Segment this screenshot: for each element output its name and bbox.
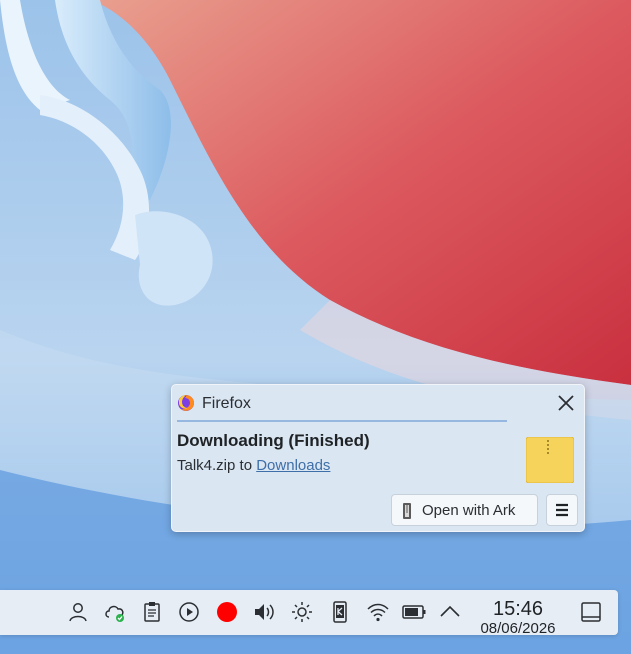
hamburger-menu-icon: [556, 503, 568, 517]
volume-icon[interactable]: [252, 600, 276, 624]
clipboard-icon[interactable]: [140, 600, 164, 624]
clock-date: 08/06/2026: [480, 620, 556, 637]
clock-time: 15:46: [492, 598, 544, 620]
brightness-icon[interactable]: [290, 600, 314, 624]
notification-header: Firefox: [172, 385, 584, 421]
firefox-icon: [178, 395, 194, 411]
notification-menu-button[interactable]: [546, 494, 578, 526]
battery-icon[interactable]: [402, 600, 426, 624]
media-play-icon[interactable]: [177, 600, 201, 624]
notification-app-name: Firefox: [202, 395, 251, 412]
to-label: to: [239, 457, 253, 474]
close-icon[interactable]: [554, 391, 578, 415]
user-icon[interactable]: [66, 600, 90, 624]
expand-tray-icon[interactable]: [438, 600, 462, 624]
record-indicator-icon[interactable]: [215, 600, 239, 624]
downloads-folder-link[interactable]: Downloads: [256, 457, 330, 474]
ark-archive-icon: [403, 503, 411, 519]
cloud-sync-icon[interactable]: [103, 600, 127, 624]
download-notification: Firefox Downloading (Finished) Talk4.zip…: [171, 384, 585, 532]
open-with-ark-button[interactable]: Open with Ark: [391, 494, 538, 526]
open-with-ark-label: Open with Ark: [422, 502, 516, 519]
download-progress-line: [177, 420, 507, 422]
zip-file-icon: [526, 437, 574, 483]
wifi-icon[interactable]: [366, 600, 390, 624]
show-desktop-icon[interactable]: [579, 600, 603, 624]
notification-body: Talk4.zip to Downloads: [177, 457, 330, 474]
kde-connect-icon[interactable]: [328, 600, 352, 624]
file-name: Talk4.zip: [177, 457, 236, 474]
notification-title: Downloading (Finished): [177, 431, 370, 450]
desktop-wallpaper: [0, 0, 631, 654]
